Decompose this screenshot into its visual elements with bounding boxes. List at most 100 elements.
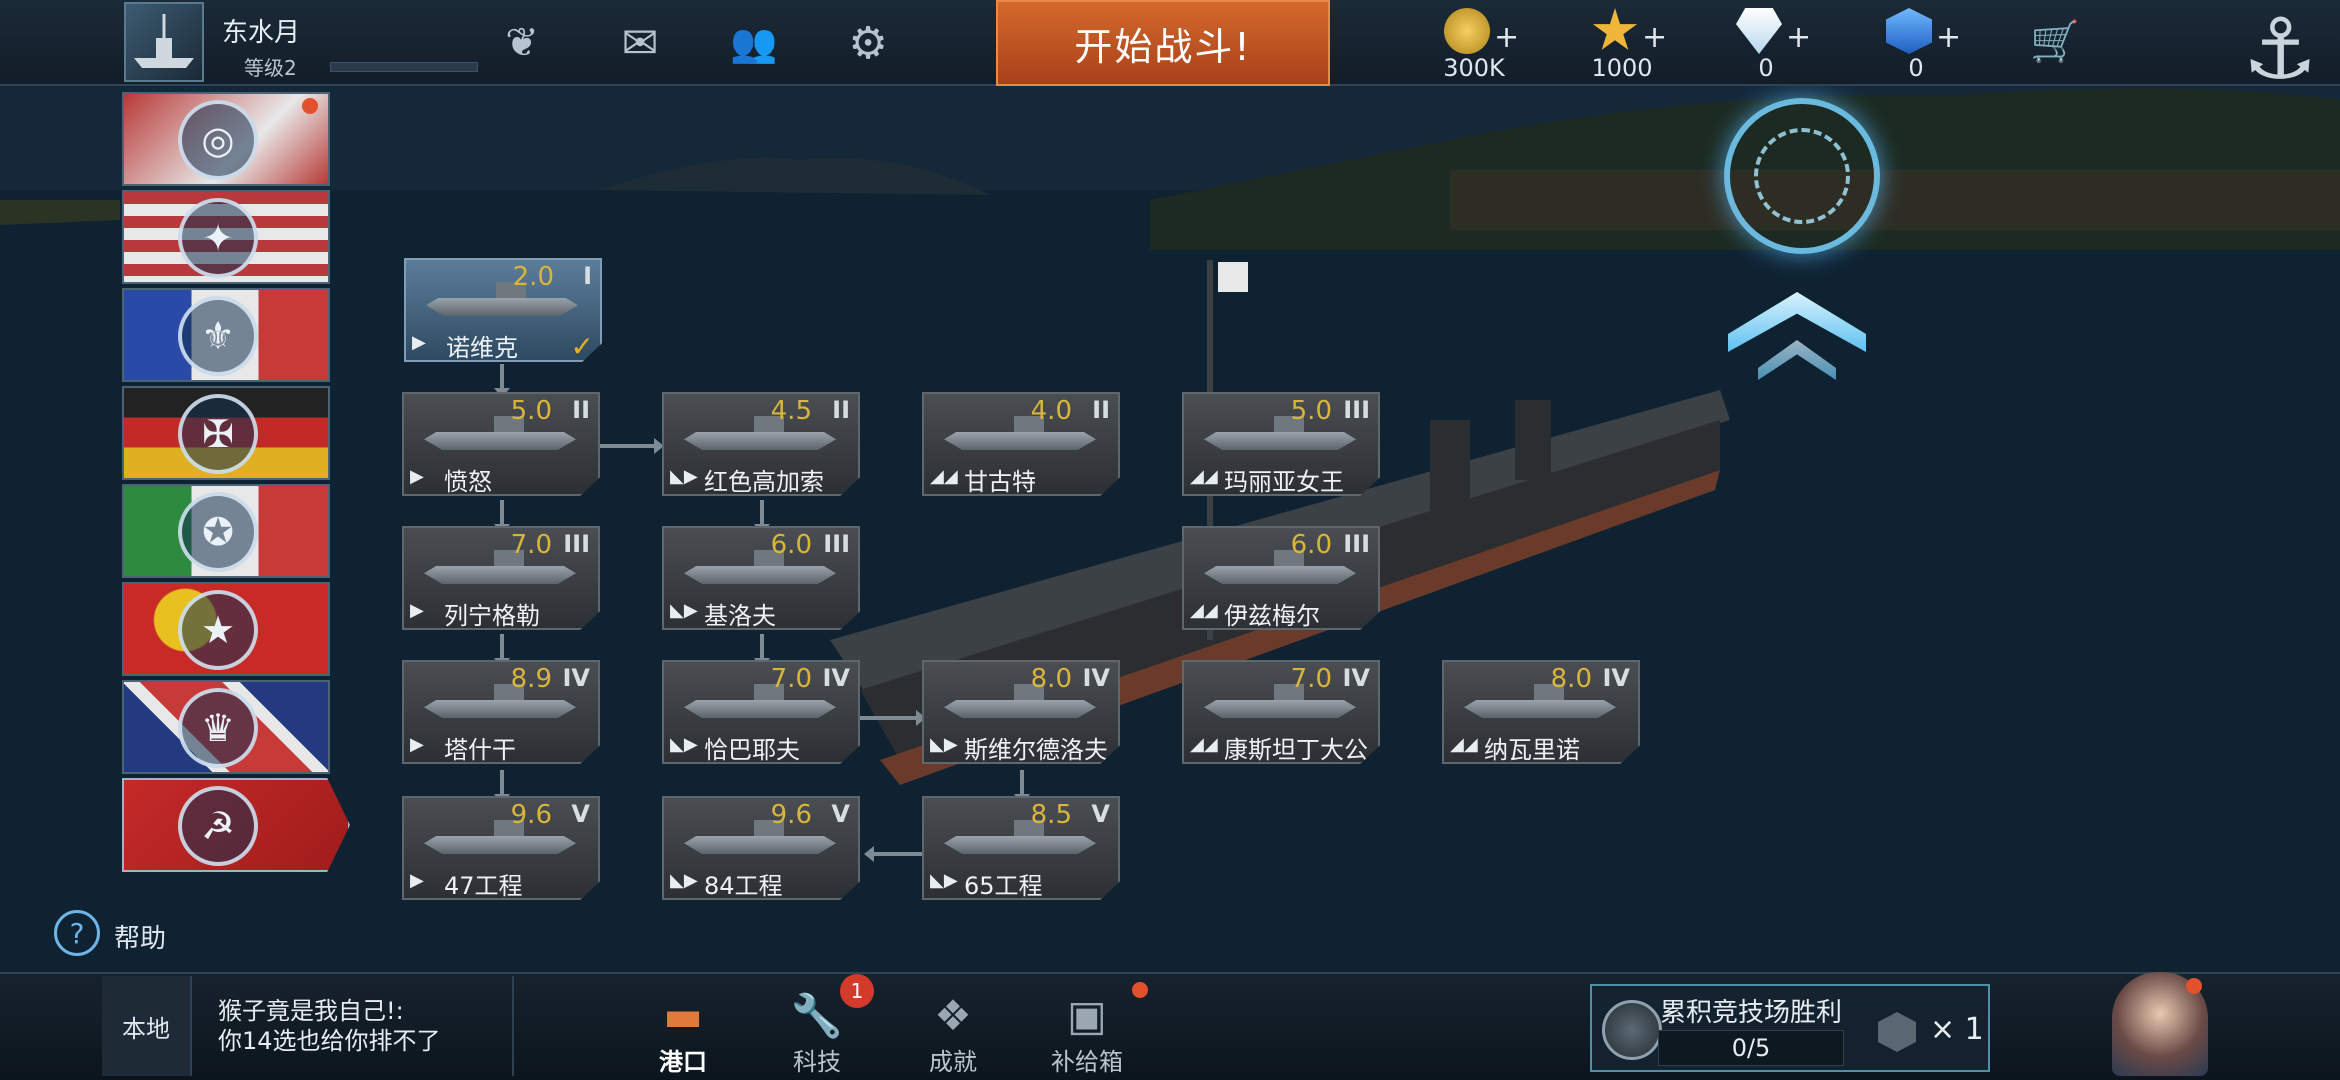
- ship-score: 8.0: [1030, 664, 1072, 694]
- nav-achievement-label: 成就: [929, 1048, 977, 1076]
- nation-tab-ussr[interactable]: ☭: [122, 778, 350, 872]
- ship-tier: III: [823, 530, 850, 558]
- ship-tier: II: [832, 396, 850, 424]
- ship-name: 康斯坦丁大公: [1224, 736, 1368, 764]
- ship-name: 红色高加索: [704, 468, 824, 496]
- ship-card[interactable]: 4.5 II ◣▶ 红色高加索: [662, 392, 860, 496]
- currency-star[interactable]: + 1000: [1572, 4, 1682, 84]
- tree-connector: [864, 846, 922, 862]
- destroyer-class-icon: ▶: [410, 870, 424, 891]
- destroyer-ship-icon: [424, 432, 576, 450]
- wings-rank-icon[interactable]: ❦: [494, 18, 550, 68]
- hammer-sickle-emblem-icon: ☭: [178, 786, 258, 866]
- currency-diamond[interactable]: + 0: [1716, 4, 1826, 84]
- nation-tab-italy[interactable]: ✪: [122, 484, 330, 578]
- ship-card[interactable]: 8.5 V ◣▶ 65工程: [922, 796, 1120, 900]
- tree-connector: [494, 364, 510, 398]
- cruiser-class-icon: ◣▶: [670, 734, 698, 755]
- ship-score: 7.0: [510, 530, 552, 560]
- nav-port[interactable]: ▬ 港口: [628, 980, 738, 1076]
- ship-card[interactable]: 4.0 II ◢◢ 甘古特: [922, 392, 1120, 496]
- warship-avatar-icon: [134, 14, 194, 68]
- cruiser-ship-icon: [684, 700, 836, 718]
- cruiser-class-icon: ◣▶: [670, 600, 698, 621]
- player-name: 东水月: [222, 18, 301, 48]
- chat-channel-tab[interactable]: 本地: [102, 976, 192, 1076]
- help-label[interactable]: 帮助: [114, 918, 166, 955]
- ship-card[interactable]: 8.0 IV ◣▶ 斯维尔德洛夫: [922, 660, 1120, 764]
- ship-card[interactable]: 6.0 III ◣▶ 基洛夫: [662, 526, 860, 630]
- ship-card[interactable]: 5.0 II ▶ 愤怒: [402, 392, 600, 496]
- ship-tier: II: [572, 396, 590, 424]
- ship-tier: IV: [1602, 664, 1630, 692]
- anchor-icon[interactable]: ⚓: [2232, 0, 2328, 110]
- currency-value: 0: [1908, 54, 1924, 82]
- star-emblem-icon: ✪: [178, 492, 258, 572]
- cruiser-ship-icon: [944, 700, 1096, 718]
- ship-card[interactable]: 8.0 IV ◢◢ 纳瓦里诺: [1442, 660, 1640, 764]
- tree-connector: [600, 438, 664, 454]
- nation-tab-uk[interactable]: ♛: [122, 680, 330, 774]
- battleship-ship-icon: [1204, 566, 1356, 584]
- tree-connector: [1014, 770, 1030, 804]
- destroyer-ship-icon: [424, 700, 576, 718]
- nav-tech-label: 科技: [793, 1048, 841, 1076]
- ship-card[interactable]: 8.9 IV ▶ 塔什干: [402, 660, 600, 764]
- player-avatar[interactable]: [124, 2, 204, 82]
- cruiser-ship-icon: [684, 566, 836, 584]
- ship-score: 9.6: [770, 800, 812, 830]
- ship-tier: I: [583, 262, 592, 290]
- ship-tier: IV: [562, 664, 590, 692]
- cruiser-class-icon: ◣▶: [670, 466, 698, 487]
- arena-wins-panel[interactable]: 累积竞技场胜利 0/5 × 1: [1590, 984, 1990, 1072]
- nation-tab-japan[interactable]: ◎: [122, 92, 330, 186]
- ship-card[interactable]: 7.0 IV ◢◢ 康斯坦丁大公: [1182, 660, 1380, 764]
- nation-tab-usa[interactable]: ✦: [122, 190, 330, 284]
- nation-tab-china[interactable]: ★: [122, 582, 330, 676]
- settings-gear-icon[interactable]: ⚙: [840, 18, 896, 69]
- harbor-background: [0, 0, 2340, 990]
- ship-score: 8.5: [1030, 800, 1072, 830]
- ship-card[interactable]: 2.0 I ▶ 诺维克 ✓: [404, 258, 602, 362]
- nav-achievement[interactable]: ❖ 成就: [898, 980, 1008, 1076]
- cruiser-class-icon: ◣▶: [930, 870, 958, 891]
- ship-name: 诺维克: [446, 334, 518, 362]
- ship-name: 47工程: [444, 872, 523, 900]
- shop-cart-icon[interactable]: 🛒: [2030, 18, 2100, 68]
- ship-name: 纳瓦里诺: [1484, 736, 1580, 764]
- ship-card[interactable]: 6.0 III ◢◢ 伊兹梅尔: [1182, 526, 1380, 630]
- currency-blue-gem[interactable]: + 0: [1866, 4, 1976, 84]
- destroyer-ship-icon: [426, 298, 578, 316]
- player-level: 等级2: [244, 56, 297, 80]
- ship-card[interactable]: 5.0 III ◢◢ 玛丽亚女王: [1182, 392, 1380, 496]
- nav-supply[interactable]: ▣ 补给箱: [1032, 980, 1142, 1076]
- friends-icon[interactable]: 👥: [726, 18, 782, 68]
- nav-supply-label: 补给箱: [1051, 1048, 1123, 1076]
- ship-card[interactable]: 9.6 V ◣▶ 84工程: [662, 796, 860, 900]
- upgrade-ring-inner-icon: [1754, 128, 1850, 224]
- tree-connector: [754, 634, 770, 668]
- ship-card[interactable]: 7.0 IV ◣▶ 恰巴耶夫: [662, 660, 860, 764]
- plus-icon: +: [1642, 20, 1668, 55]
- start-battle-button[interactable]: 开始战斗!: [996, 0, 1330, 86]
- ship-score: 4.0: [1030, 396, 1072, 426]
- ship-name: 甘古特: [964, 468, 1036, 496]
- ship-score: 7.0: [770, 664, 812, 694]
- arena-emblem-icon: [1602, 1000, 1662, 1060]
- arena-progress: 0/5: [1658, 1030, 1844, 1066]
- destroyer-class-icon: ▶: [410, 466, 424, 487]
- mail-icon[interactable]: ✉: [612, 18, 668, 69]
- nation-tab-france[interactable]: ⚜: [122, 288, 330, 382]
- destroyer-class-icon: ▶: [410, 600, 424, 621]
- ship-score: 9.6: [510, 800, 552, 830]
- tree-connector: [754, 500, 770, 534]
- help-icon[interactable]: ?: [54, 910, 100, 956]
- currency-value: 0: [1758, 54, 1774, 82]
- cruiser-class-icon: ◣▶: [670, 870, 698, 891]
- chat-message[interactable]: 猴子竟是我自己!: 你14选也给你排不了: [218, 996, 518, 1056]
- ship-card[interactable]: 9.6 V ▶ 47工程: [402, 796, 600, 900]
- nation-tab-germany[interactable]: ✠: [122, 386, 330, 480]
- battleship-class-icon: ◢◢: [1190, 600, 1218, 621]
- currency-gold[interactable]: + 300K: [1424, 4, 1534, 84]
- ship-card[interactable]: 7.0 III ▶ 列宁格勒: [402, 526, 600, 630]
